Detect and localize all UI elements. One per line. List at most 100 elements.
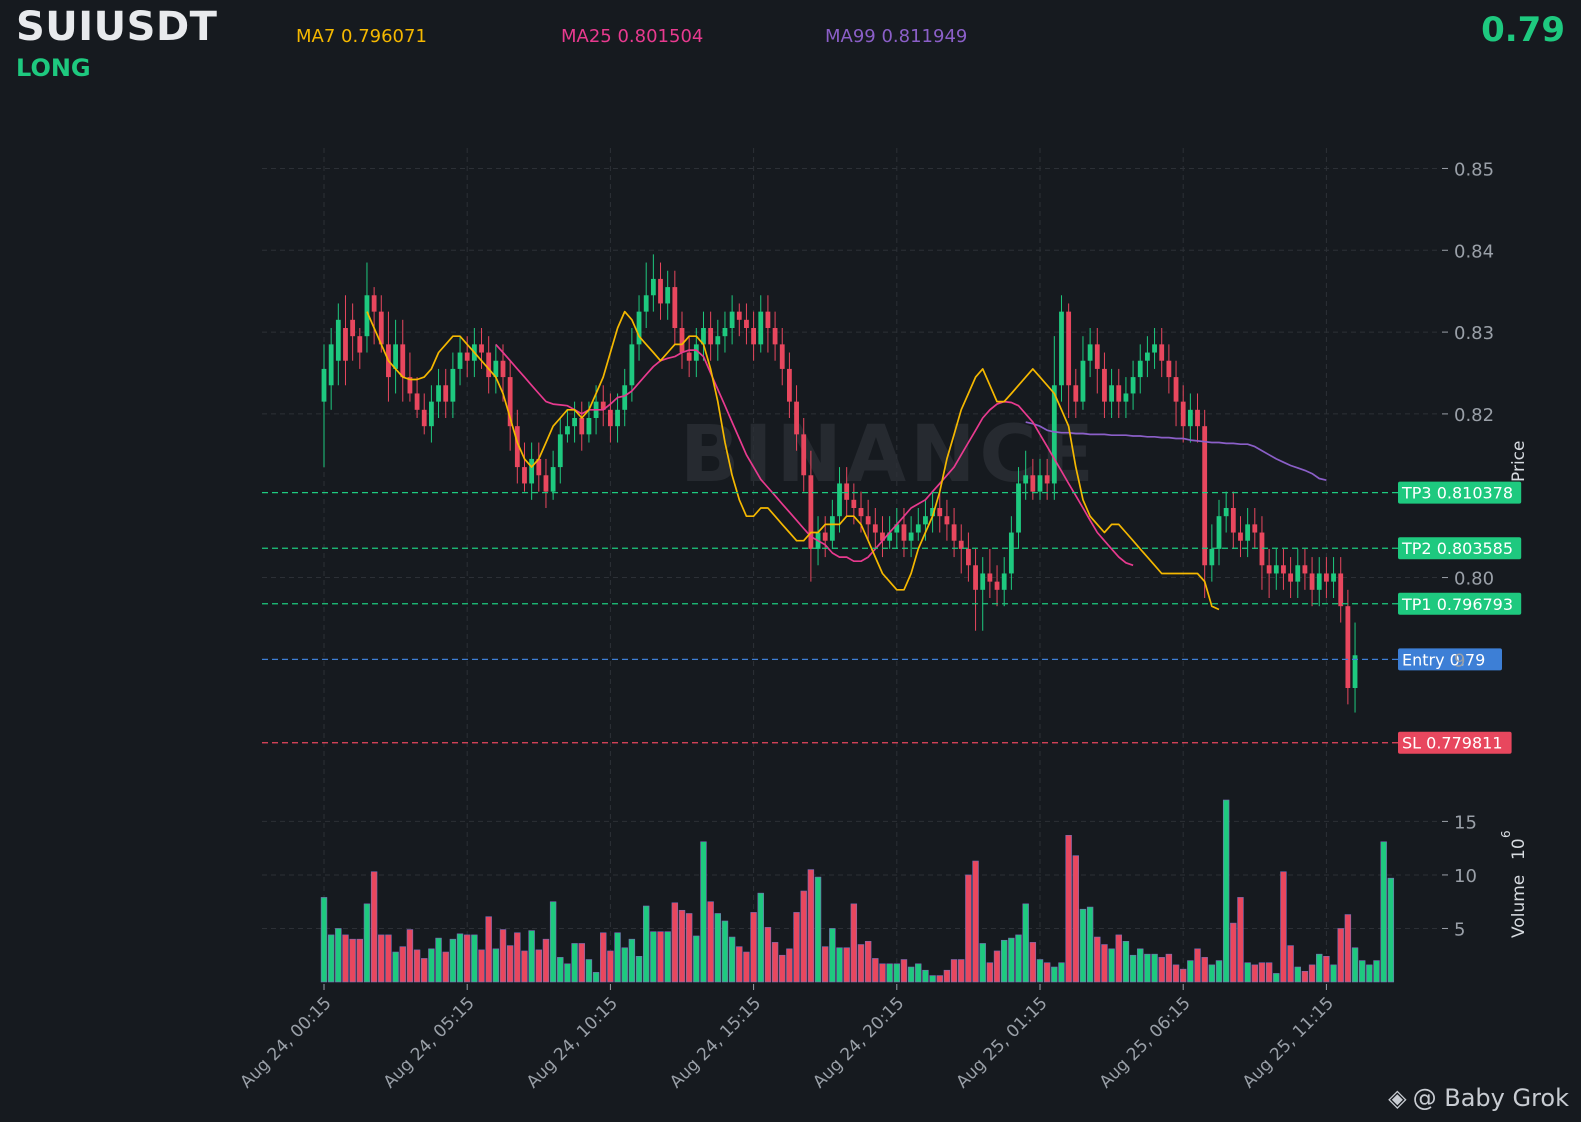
candle-body xyxy=(321,368,327,402)
candle-body xyxy=(371,295,377,312)
candle-body xyxy=(822,532,828,541)
candle-body xyxy=(486,352,492,378)
candle-body xyxy=(543,475,549,492)
candle-body xyxy=(1166,360,1172,378)
candle-body xyxy=(350,319,356,337)
candle-body xyxy=(779,344,785,369)
candle-body xyxy=(529,458,535,484)
candle-body xyxy=(557,434,563,468)
candle-body xyxy=(622,385,628,410)
candle-body xyxy=(1137,360,1143,378)
level-tag-label-sl: SL 0.779811 xyxy=(1402,734,1503,753)
volume-bar xyxy=(807,869,815,983)
candle-body xyxy=(858,508,864,517)
volume-bar xyxy=(528,930,535,983)
candle-body xyxy=(443,385,449,402)
volume-bar xyxy=(965,874,972,983)
candle-body xyxy=(572,418,577,427)
volume-bar xyxy=(557,957,564,983)
candle-body xyxy=(829,516,835,541)
candle-body xyxy=(1152,344,1157,353)
volume-bar xyxy=(471,934,478,983)
volume-bar xyxy=(1000,939,1008,983)
candle-body xyxy=(1302,565,1308,574)
volume-bar xyxy=(435,937,442,983)
volume-bar xyxy=(650,931,657,983)
volume-bar xyxy=(886,963,893,983)
volume-bar xyxy=(864,941,872,983)
x-tick-label: Aug 24, 00:15 xyxy=(237,993,336,1092)
volume-bar xyxy=(542,938,550,983)
volume-bar xyxy=(363,903,371,983)
volume-bar xyxy=(750,912,757,983)
volume-bar xyxy=(642,905,650,983)
candle-body xyxy=(987,573,993,582)
volume-bar xyxy=(549,901,557,983)
candle-body xyxy=(1087,344,1093,361)
candle-body xyxy=(1008,532,1014,574)
candle-body xyxy=(421,409,427,427)
candle-body xyxy=(966,548,971,566)
volume-bar xyxy=(1051,966,1058,983)
volume-bar xyxy=(1222,799,1230,983)
candle-body xyxy=(751,328,756,345)
candle-body xyxy=(1173,377,1179,402)
candle-body xyxy=(722,328,728,337)
volume-bar xyxy=(693,935,700,983)
volume-bar xyxy=(1129,954,1137,983)
volume-bar xyxy=(958,959,965,983)
volume-bar xyxy=(993,950,1001,983)
volume-bar xyxy=(678,909,686,983)
volume-bar xyxy=(1101,944,1108,983)
candle-body xyxy=(357,336,363,353)
volume-bar xyxy=(1137,948,1144,983)
candle-body xyxy=(1202,426,1208,566)
level-tag-label-tp3: TP3 0.810378 xyxy=(1401,484,1513,503)
volume-bar xyxy=(356,938,363,983)
candle-body xyxy=(1059,311,1064,386)
volume-bar xyxy=(836,947,843,983)
candle-body xyxy=(1309,573,1315,590)
volume-bar xyxy=(857,944,865,983)
candle-body xyxy=(908,532,914,541)
volume-bar xyxy=(1165,953,1173,983)
volume-bar xyxy=(793,912,800,983)
ma99-line xyxy=(1025,421,1327,482)
volume-bar xyxy=(764,927,772,983)
volume-bar xyxy=(1008,937,1015,983)
volume-bar xyxy=(779,954,786,983)
candle-body xyxy=(1316,573,1322,590)
volume-bar xyxy=(879,963,886,983)
candle-body xyxy=(1331,573,1336,582)
volume-bar xyxy=(743,951,750,983)
candle-body xyxy=(744,319,749,328)
volume-bar xyxy=(728,936,736,983)
candle-body xyxy=(1245,524,1251,541)
candle-body xyxy=(736,311,742,320)
candle-body xyxy=(865,516,871,525)
x-tick-label: Aug 24, 20:15 xyxy=(809,993,908,1092)
volume-bar xyxy=(399,946,406,983)
candle-body xyxy=(586,418,592,435)
volume-axis-exponent: 10 xyxy=(1509,838,1529,860)
x-tick-label: Aug 25, 06:15 xyxy=(1096,993,1195,1092)
volume-bar xyxy=(1316,953,1323,983)
candle-body xyxy=(1145,352,1150,361)
candle-body xyxy=(758,311,764,345)
credit: ◈ @ Baby Grok xyxy=(1388,1084,1569,1112)
volume-bar xyxy=(1065,835,1072,983)
candle-body xyxy=(1195,409,1200,427)
volume-bar xyxy=(514,932,521,983)
candle-body xyxy=(1023,475,1029,484)
candle-body xyxy=(608,409,613,427)
volume-bar xyxy=(979,943,986,983)
volume-bar xyxy=(592,972,600,983)
price-tick-label: 0.82 xyxy=(1454,405,1494,426)
candle-body xyxy=(629,344,635,386)
volume-bar xyxy=(535,949,543,983)
candle-body xyxy=(787,368,792,402)
candle-body xyxy=(1209,548,1215,566)
volume-bar xyxy=(628,938,636,983)
volume-bar xyxy=(349,938,356,983)
volume-bar xyxy=(499,929,507,983)
